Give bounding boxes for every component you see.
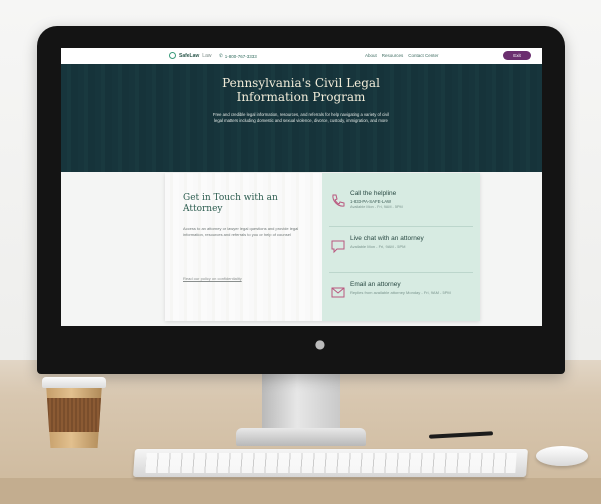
mouse bbox=[536, 446, 588, 466]
call-helpline-title: Call the helpline bbox=[350, 190, 397, 197]
option-divider bbox=[329, 272, 473, 273]
call-helpline-number: 1-833-PA-SAFE-LAW bbox=[350, 199, 392, 204]
monitor-stand-neck bbox=[262, 374, 340, 432]
apple-logo-icon: ● bbox=[314, 337, 326, 351]
brand-mark-icon bbox=[169, 52, 176, 59]
email-attorney-option[interactable]: Email an attorney Replies from available… bbox=[323, 277, 479, 317]
mail-icon bbox=[331, 287, 345, 298]
chat-icon bbox=[331, 240, 345, 254]
brand-name: SafeLaw bbox=[179, 52, 200, 59]
header-phone-number: 1-800-767-3333 bbox=[224, 53, 257, 59]
coffee-cup-sleeve bbox=[47, 398, 101, 432]
browser-screen: SafeLaw Law ✆ 1-800-767-3333 About Resou… bbox=[61, 48, 542, 326]
hero-title: Pennsylvania's Civil Legal Information P… bbox=[222, 76, 380, 104]
site-header: SafeLaw Law ✆ 1-800-767-3333 About Resou… bbox=[61, 48, 542, 65]
live-chat-hours: Available Mon - Fri, 9AM - 5PM bbox=[350, 244, 406, 249]
contact-heading: Get in Touch with an Attorney bbox=[183, 193, 278, 214]
desk-edge bbox=[0, 478, 601, 504]
monitor-stand-foot bbox=[236, 428, 366, 446]
phone-icon: ✆ bbox=[219, 53, 223, 58]
brand-logo[interactable]: SafeLaw Law bbox=[169, 52, 211, 59]
phone-icon bbox=[332, 194, 345, 207]
option-divider bbox=[329, 226, 473, 227]
email-attorney-hours: Replies from available attorney Monday -… bbox=[350, 290, 451, 295]
nav-item-resources[interactable]: Resources bbox=[382, 53, 404, 58]
nav-item-about[interactable]: About bbox=[365, 53, 377, 58]
nav-item-contact-center[interactable]: Contact Center bbox=[408, 53, 438, 58]
main-nav: About Resources Contact Center bbox=[365, 53, 439, 58]
contact-body-text: Access to an attorney or lawyer legal qu… bbox=[183, 226, 299, 237]
coffee-cup-lid bbox=[42, 377, 106, 388]
call-helpline-option[interactable]: Call the helpline 1-833-PA-SAFE-LAW Avai… bbox=[323, 186, 479, 226]
exit-button[interactable]: Exit bbox=[503, 51, 531, 60]
live-chat-title: Live chat with an attorney bbox=[350, 235, 424, 242]
hero-description: Free and credible legal information, res… bbox=[212, 112, 390, 123]
brand-suffix: Law bbox=[202, 52, 212, 59]
call-helpline-hours: Available Mon - Fri, 9AM - 5PM bbox=[350, 205, 403, 209]
keyboard-keys bbox=[145, 453, 517, 473]
confidentiality-link[interactable]: Read our policy on confidentiality bbox=[183, 276, 242, 281]
email-attorney-title: Email an attorney bbox=[350, 281, 401, 288]
live-chat-option[interactable]: Live chat with an attorney Available Mon… bbox=[323, 231, 479, 271]
header-phone-link[interactable]: ✆ 1-800-767-3333 bbox=[219, 53, 257, 59]
